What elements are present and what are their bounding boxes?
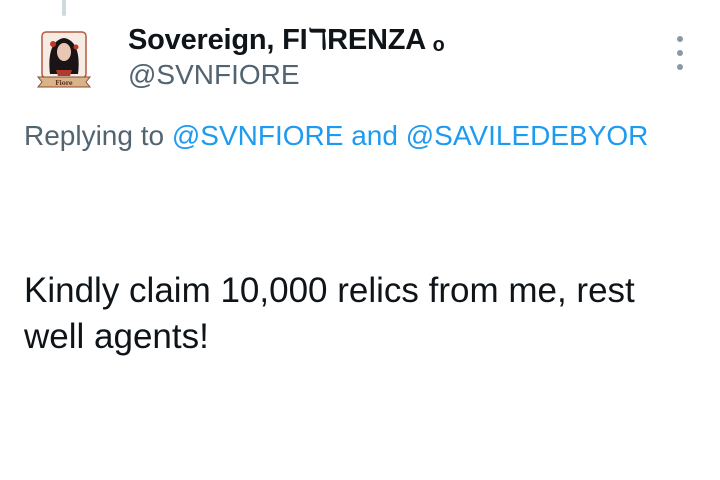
mention-link-saviledebyor[interactable]: @SAVILEDEBYOR — [406, 120, 649, 151]
display-name-glyph: ℸ — [307, 24, 328, 56]
display-name-part: Sovereign, FI — [128, 24, 308, 56]
mention-link-svnfiore[interactable]: @SVNFIORE — [172, 120, 344, 151]
more-vertical-icon — [677, 36, 683, 42]
avatar[interactable]: Fiore — [36, 28, 92, 90]
replying-to-context: Replying to @SVNFIORE and @SAVILEDEBYOR — [24, 120, 648, 152]
more-vertical-icon-dot — [677, 50, 683, 56]
mention-joiner[interactable]: and — [343, 120, 405, 151]
replying-to-prefix: Replying to — [24, 120, 172, 151]
tweet-text-line-1: Kindly claim 10,000 relics from me, rest — [24, 271, 635, 310]
thread-connector-line — [62, 0, 66, 16]
tweet-text-line-2: well agents! — [24, 317, 209, 356]
display-name-tail: RENZA ₒ — [327, 24, 445, 56]
tweet-text: Kindly claim 10,000 relics from me, rest… — [24, 268, 694, 360]
avatar-image: Fiore — [36, 31, 92, 88]
author-display-name[interactable]: Sovereign, FIℸRENZA ₒ — [128, 22, 445, 57]
more-vertical-icon-dot — [677, 64, 683, 70]
author-handle[interactable]: @SVNFIORE — [128, 59, 300, 91]
more-options-button[interactable] — [666, 36, 694, 70]
avatar-caption: Fiore — [55, 80, 73, 87]
